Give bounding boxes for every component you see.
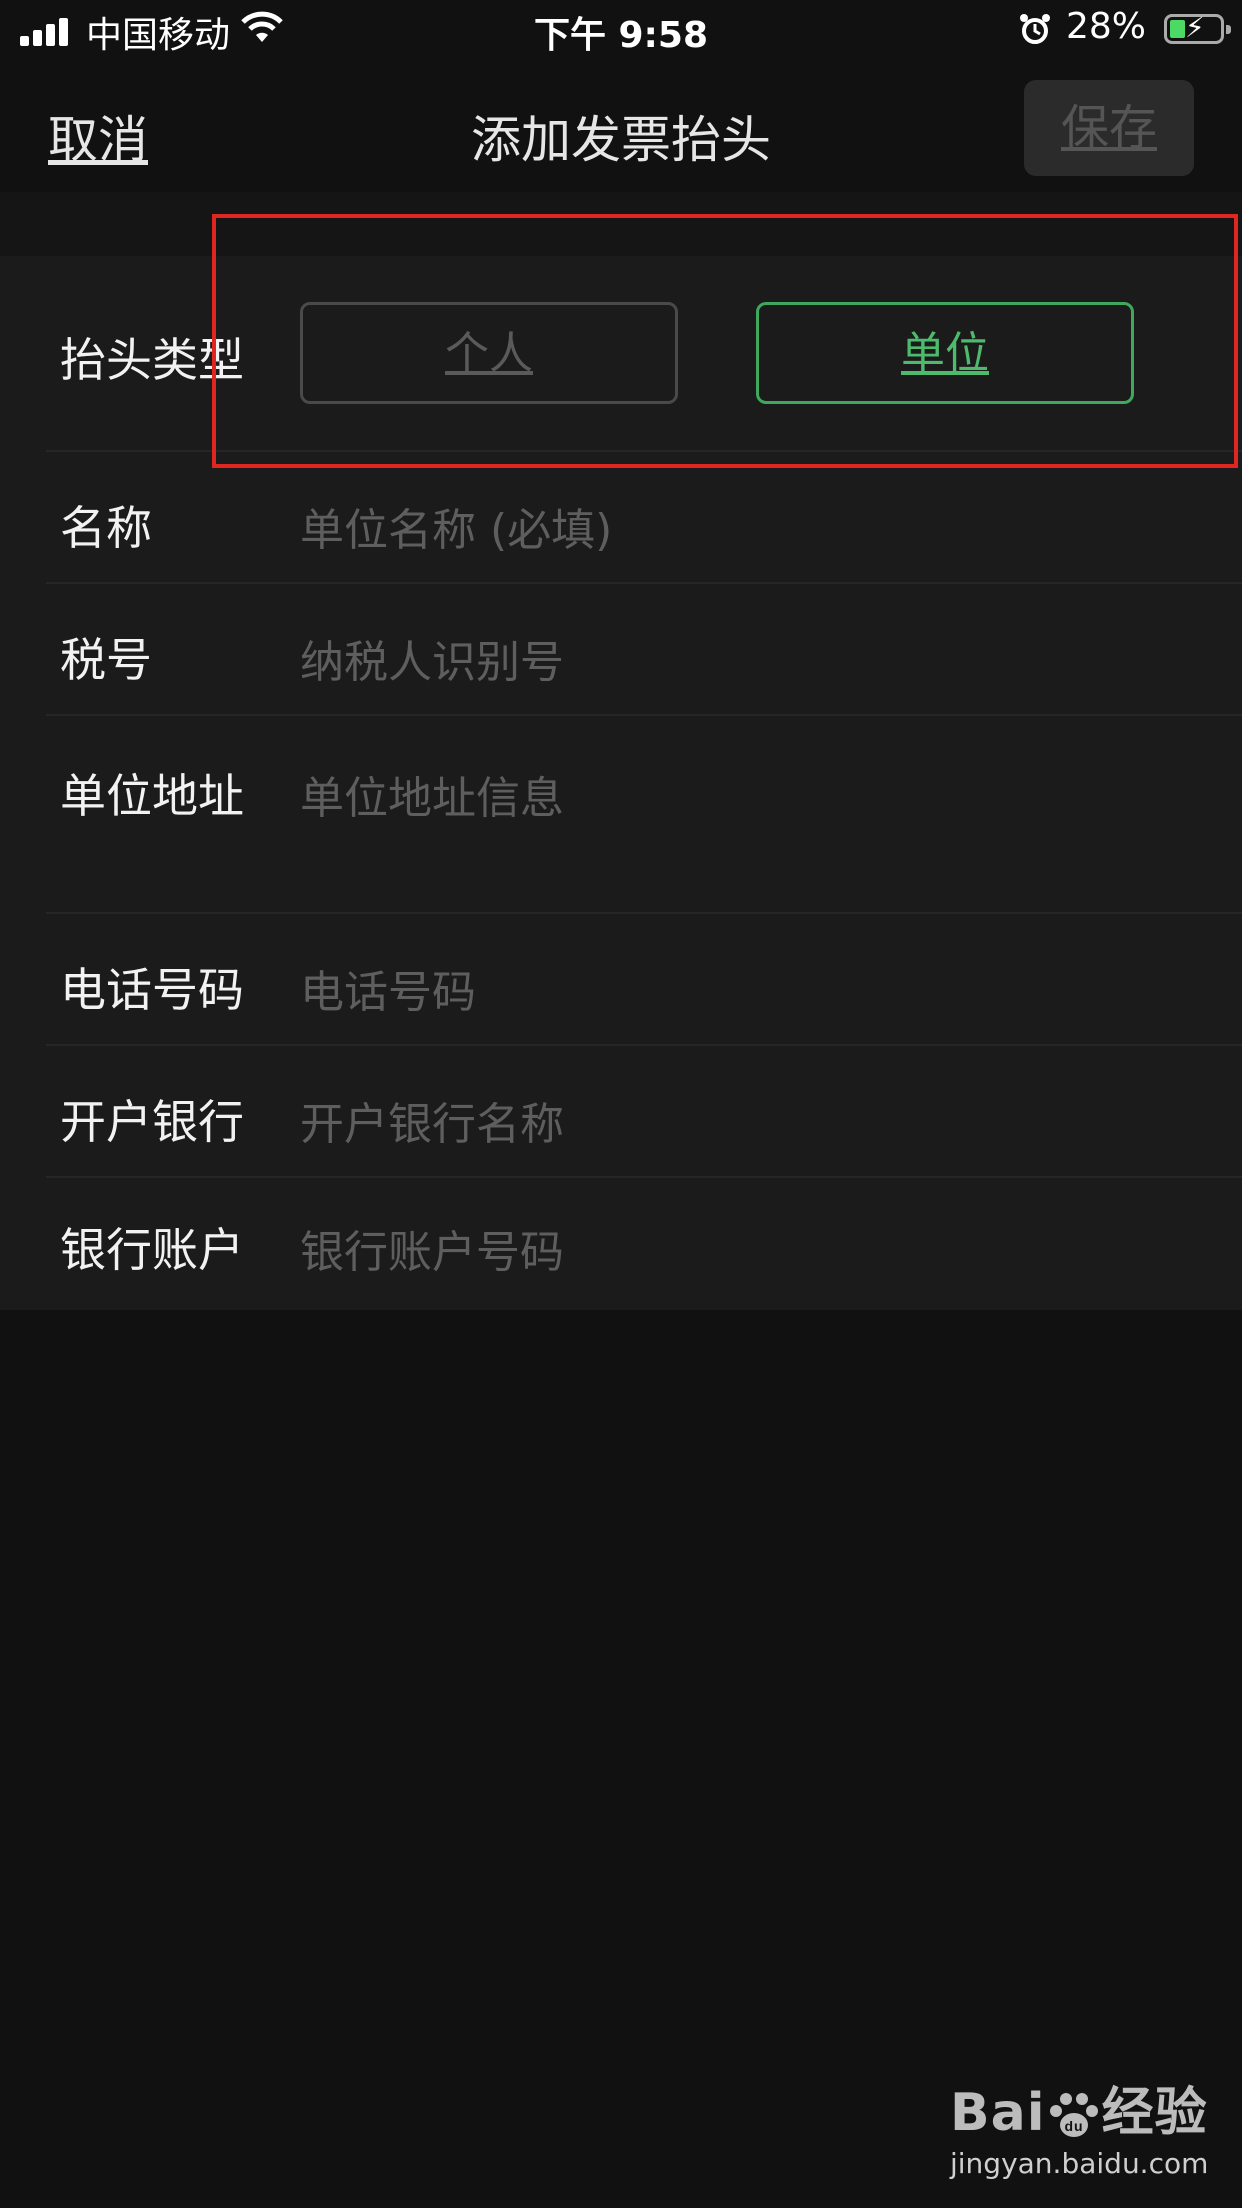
phone-input[interactable]: 电话号码 <box>300 956 476 1020</box>
battery-percent: 28% <box>1065 6 1146 47</box>
annotation-highlight-box <box>212 214 1238 468</box>
baidu-logo: Bai du 经验 <box>950 2083 1208 2143</box>
field-label: 税号 <box>60 633 152 687</box>
field-row-account[interactable]: 银行账户 银行账户号码 <box>0 1178 1242 1310</box>
watermark-url: jingyan.baidu.com <box>950 2147 1209 2180</box>
field-row-phone[interactable]: 电话号码 电话号码 <box>0 914 1242 1046</box>
baidu-jingyan-watermark: Bai du 经验 jingyan.baidu.com <box>950 2070 1208 2180</box>
field-row-address[interactable]: 单位地址 单位地址信息 <box>0 716 1242 914</box>
address-input[interactable]: 单位地址信息 <box>300 762 564 826</box>
field-row-name[interactable]: 名称 单位名称 (必填) <box>0 452 1242 584</box>
svg-text:du: du <box>1064 2118 1083 2134</box>
paw-icon: du <box>1049 2093 1098 2137</box>
status-time: 下午 9:58 <box>533 15 709 56</box>
name-input[interactable]: 单位名称 (必填) <box>300 494 612 558</box>
bank-name-input[interactable]: 开户银行名称 <box>300 1088 564 1152</box>
field-label: 单位地址 <box>60 769 244 823</box>
field-row-bank[interactable]: 开户银行 开户银行名称 <box>0 1046 1242 1178</box>
field-label: 电话号码 <box>60 963 244 1017</box>
status-bar: 中国移动 下午 9:58 28% ⚡ <box>0 0 1242 62</box>
nav-bar: 取消 添加发票抬头 保存 <box>0 62 1242 192</box>
account-input[interactable]: 银行账户号码 <box>300 1216 564 1280</box>
field-row-tax-id[interactable]: 税号 纳税人识别号 <box>0 584 1242 716</box>
battery-icon: ⚡ <box>1164 13 1231 44</box>
alarm-icon <box>1020 14 1050 44</box>
save-button[interactable]: 保存 <box>1024 80 1194 176</box>
field-label: 开户银行 <box>60 1095 244 1149</box>
tax-id-input[interactable]: 纳税人识别号 <box>300 626 564 690</box>
field-label: 名称 <box>60 501 152 555</box>
field-label: 银行账户 <box>60 1223 244 1277</box>
